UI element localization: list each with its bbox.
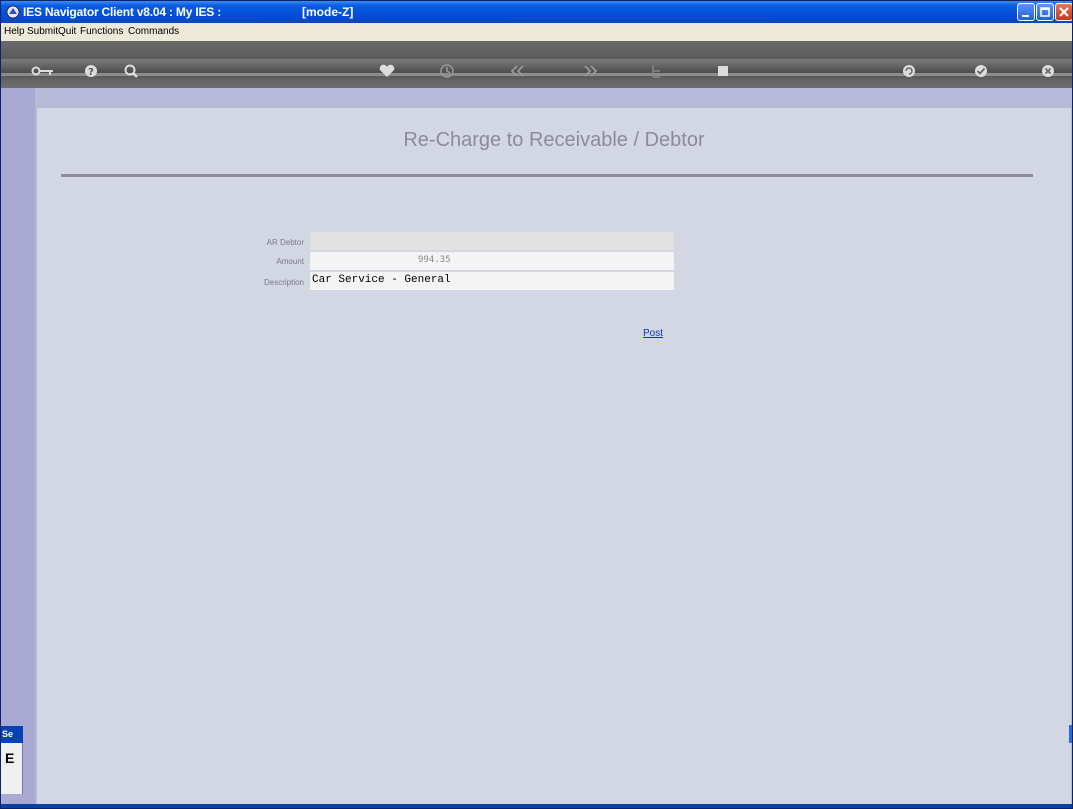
page-title: Re-Charge to Receivable / Debtor xyxy=(403,129,705,151)
close-icon xyxy=(1059,7,1069,17)
key-icon[interactable] xyxy=(31,63,55,79)
side-panel-content: E xyxy=(5,750,15,766)
title-divider xyxy=(61,174,1033,177)
menu-commands[interactable]: Commands xyxy=(128,26,179,37)
svg-text:?: ? xyxy=(88,67,94,78)
form-panel xyxy=(37,108,1071,804)
tree-icon[interactable] xyxy=(648,63,666,79)
help-icon[interactable]: ? xyxy=(82,63,100,79)
window-title: IES Navigator Client v8.04 : My IES : xyxy=(23,5,221,19)
toolbar: ? xyxy=(1,41,1072,88)
maximize-icon xyxy=(1040,7,1050,17)
app-icon xyxy=(6,5,20,19)
search-icon[interactable] xyxy=(122,63,140,79)
right-edge-tab[interactable] xyxy=(1069,725,1072,743)
close-icon[interactable] xyxy=(1039,63,1057,79)
check-icon[interactable] xyxy=(972,63,990,79)
window-mode: [mode-Z] xyxy=(302,5,354,19)
left-margin xyxy=(1,88,35,806)
amount-label: Amount xyxy=(276,257,304,266)
description-field[interactable]: Car Service - General xyxy=(310,272,674,290)
stop-icon[interactable] xyxy=(714,63,732,79)
menu-submit[interactable]: Submit xyxy=(27,26,58,37)
clock-icon[interactable] xyxy=(438,63,456,79)
minimize-button[interactable] xyxy=(1017,3,1035,21)
back-icon[interactable] xyxy=(509,63,527,79)
forward-icon[interactable] xyxy=(581,63,599,79)
description-label: Description xyxy=(263,278,304,287)
amount-value: 994.35 xyxy=(418,255,451,265)
bottom-border xyxy=(1,804,1072,808)
ar-debtor-field[interactable] xyxy=(310,232,674,250)
menu-quit[interactable]: Quit xyxy=(58,26,76,37)
menu-help[interactable]: Help xyxy=(4,26,25,37)
ar-debtor-label: AR Debtor xyxy=(266,238,304,247)
refresh-icon[interactable] xyxy=(900,63,918,79)
title-bar[interactable]: IES Navigator Client v8.04 : My IES : [m… xyxy=(1,1,1072,23)
side-panel-tab[interactable]: Se xyxy=(1,726,23,743)
minimize-icon xyxy=(1022,15,1029,17)
menu-bar: Help Submit Quit Functions Commands xyxy=(1,23,1072,41)
close-window-button[interactable] xyxy=(1055,3,1072,21)
amount-field[interactable]: 994.35 xyxy=(310,252,674,270)
heart-icon[interactable] xyxy=(378,63,396,79)
app-window: IES Navigator Client v8.04 : My IES : [m… xyxy=(0,0,1073,809)
side-panel-fragment[interactable]: Se E xyxy=(1,726,23,794)
description-value: Car Service - General xyxy=(312,274,451,286)
maximize-button[interactable] xyxy=(1036,3,1054,21)
post-link[interactable]: Post xyxy=(643,328,663,339)
menu-functions[interactable]: Functions xyxy=(80,26,123,37)
